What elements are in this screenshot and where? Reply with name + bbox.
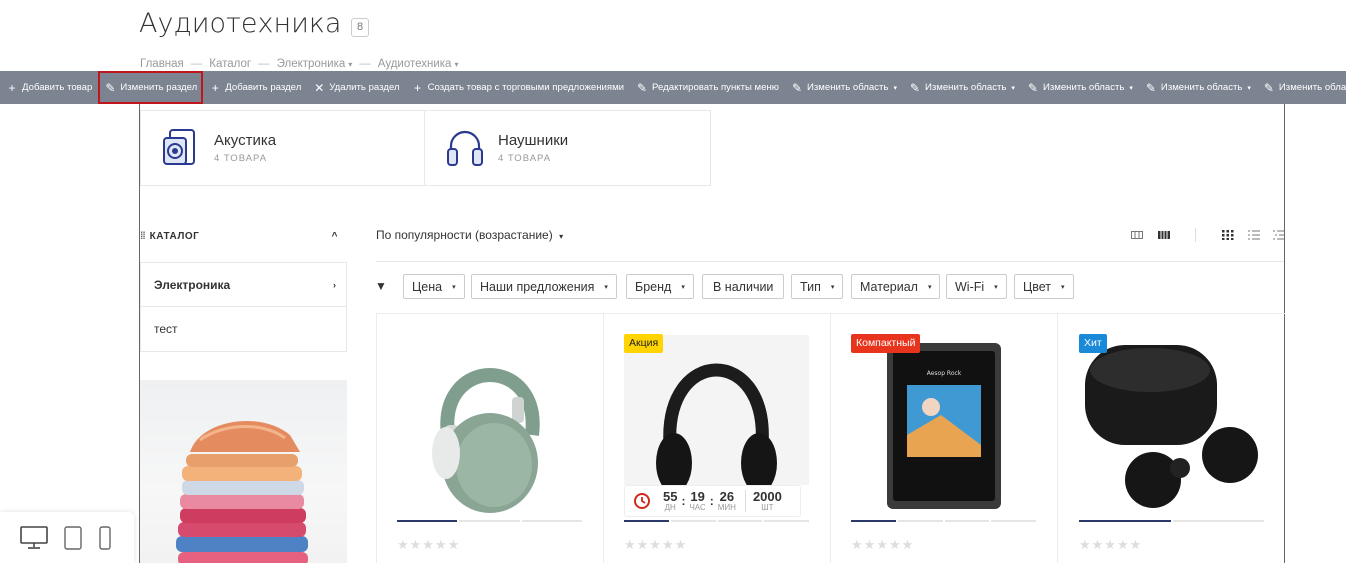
clock-icon — [634, 493, 650, 509]
chevron-down-icon[interactable]: ▾ — [348, 60, 352, 69]
chevron-down-icon: ▾ — [681, 283, 685, 291]
pencil-icon: ✎ — [637, 80, 648, 95]
speaker-icon — [163, 129, 195, 165]
category-name: Акустика — [214, 132, 277, 149]
divider — [376, 261, 1284, 262]
add-product-button[interactable]: + Добавить товар — [0, 71, 98, 104]
sidebar-catalog-header[interactable]: ⁞⁞ КАТАЛОГ ^ — [140, 228, 346, 244]
product-image-headphones-green[interactable] — [410, 335, 570, 515]
delete-section-button[interactable]: ✕ Удалить раздел — [307, 71, 405, 104]
edit-area-button[interactable]: ✎Изменить область▾ — [1257, 71, 1346, 104]
category-count: 4 ТОВАРА — [214, 153, 268, 164]
chevron-down-icon: ▾ — [604, 283, 608, 291]
device-preview-switcher — [0, 512, 134, 563]
compact-badge: Компактный — [851, 334, 921, 353]
chevron-down-icon: ▾ — [559, 232, 564, 241]
product-image-headphones-black[interactable] — [624, 335, 809, 485]
chevron-down-icon[interactable]: ▾ — [1247, 84, 1251, 92]
countdown-timer: 55 ДН : 19 ЧАС : 26 МИН 2000 ШТ — [624, 485, 801, 517]
category-tile-headphones[interactable]: Наушники 4 ТОВАРА — [424, 110, 711, 186]
create-product-with-offers-button[interactable]: + Создать товар с торговыми предложениями — [406, 71, 630, 104]
pencil-icon: ✎ — [1263, 80, 1274, 95]
chevron-up-icon[interactable]: ^ — [332, 231, 338, 242]
edit-area-button[interactable]: ✎Изменить область▾ — [1139, 71, 1257, 104]
chevron-down-icon: ▾ — [452, 283, 456, 291]
rating-stars: ★★★★★ — [624, 537, 688, 552]
edit-section-button[interactable]: ✎ Изменить раздел — [98, 71, 204, 104]
admin-toolbar: + Добавить товар ✎ Изменить раздел + Добави… — [0, 71, 1346, 104]
plus-icon: + — [414, 80, 422, 95]
sort-dropdown[interactable]: По популярности (возрастание) ▾ — [376, 228, 563, 242]
pencil-icon: ✎ — [909, 80, 920, 95]
filter-funnel-icon[interactable]: ▼ — [375, 279, 387, 293]
edit-area-button[interactable]: ✎Изменить область▾ — [1021, 71, 1139, 104]
promo-badge: Акция — [624, 334, 664, 353]
tablet-icon[interactable] — [64, 526, 82, 550]
desktop-icon[interactable] — [20, 526, 48, 550]
filter-brand[interactable]: Бренд ▾ — [626, 274, 694, 299]
filter-offers[interactable]: Наши предложения ▾ — [471, 274, 617, 299]
chevron-right-icon: › — [333, 279, 336, 290]
rating-stars: ★★★★★ — [397, 537, 461, 552]
filter-type[interactable]: Тип ▾ — [791, 274, 844, 299]
chevron-down-icon[interactable]: ▾ — [1011, 84, 1015, 92]
breadcrumb: Главная — Каталог — Электроника ▾ — Аудио… — [140, 58, 459, 70]
cross-icon: ✕ — [314, 80, 325, 95]
breadcrumb-catalog[interactable]: Каталог — [209, 58, 251, 70]
plus-icon: + — [211, 80, 219, 95]
category-count: 4 ТОВАРА — [498, 153, 552, 164]
image-slider-indicator[interactable] — [624, 520, 811, 522]
page-title: Аудиотехника — [139, 8, 342, 39]
filter-color[interactable]: Цвет ▾ — [1014, 274, 1074, 299]
sidebar-item-electronics[interactable]: Электроника › — [140, 262, 347, 307]
grid-dots-icon: ⁞⁞ — [140, 230, 146, 242]
chevron-down-icon: ▾ — [927, 283, 932, 291]
image-slider-indicator[interactable] — [851, 520, 1038, 522]
chevron-down-icon: ▾ — [994, 283, 998, 291]
rating-stars: ★★★★★ — [851, 537, 915, 552]
filter-in-stock[interactable]: В наличии — [702, 274, 785, 299]
chevron-down-icon[interactable]: ▾ — [893, 84, 897, 92]
grid-view-icon[interactable] — [1222, 230, 1234, 240]
sidebar-item-test[interactable]: тест — [140, 307, 347, 352]
breadcrumb-electronics[interactable]: Электроника — [277, 58, 346, 70]
headphones-icon — [447, 130, 483, 166]
category-tile-acoustics[interactable]: Акустика 4 ТОВАРА — [140, 110, 425, 186]
filter-price[interactable]: Цена ▾ — [403, 274, 465, 299]
chevron-down-icon[interactable]: ▾ — [1129, 84, 1133, 92]
filter-wifi[interactable]: Wi-Fi ▾ — [946, 274, 1007, 299]
chevron-down-icon: ▾ — [1061, 283, 1065, 291]
rating-stars: ★★★★★ — [1079, 537, 1143, 552]
title-count-badge: 8 — [351, 18, 369, 37]
pencil-icon: ✎ — [791, 80, 802, 95]
svg-text:Aesop Rock: Aesop Rock — [927, 370, 962, 377]
chevron-down-icon: ▾ — [830, 283, 835, 291]
hit-badge: Хит — [1079, 334, 1107, 353]
edit-menu-items-button[interactable]: ✎ Редактировать пункты меню — [630, 71, 785, 104]
product-image-earbuds[interactable] — [1080, 340, 1265, 510]
category-name: Наушники — [498, 132, 569, 149]
filter-material[interactable]: Материал ▾ — [851, 274, 941, 299]
edit-area-button[interactable]: ✎Изменить область▾ — [785, 71, 903, 104]
breadcrumb-current: Аудиотехника — [377, 58, 452, 70]
product-image-audio-player[interactable]: Aesop Rock — [851, 335, 1036, 513]
towels-image — [176, 420, 308, 563]
image-slider-indicator[interactable] — [1079, 520, 1266, 522]
plus-icon: + — [8, 80, 16, 95]
sidebar-banner-image[interactable] — [140, 380, 347, 563]
table-view-icon[interactable] — [1273, 230, 1284, 240]
list-view-icon[interactable] — [1248, 230, 1260, 240]
divider — [1195, 228, 1196, 242]
image-slider-indicator[interactable] — [397, 520, 584, 522]
view-block-icon[interactable] — [1158, 230, 1170, 240]
view-tile-icon[interactable] — [1131, 230, 1143, 240]
mobile-icon[interactable] — [99, 526, 111, 550]
pencil-icon: ✎ — [1145, 80, 1156, 95]
chevron-down-icon[interactable]: ▾ — [454, 60, 458, 69]
add-section-button[interactable]: + Добавить раздел — [203, 71, 307, 104]
edit-area-button[interactable]: ✎Изменить область▾ — [903, 71, 1021, 104]
pencil-icon: ✎ — [1027, 80, 1038, 95]
pencil-icon: ✎ — [105, 80, 116, 95]
breadcrumb-home[interactable]: Главная — [140, 58, 184, 70]
